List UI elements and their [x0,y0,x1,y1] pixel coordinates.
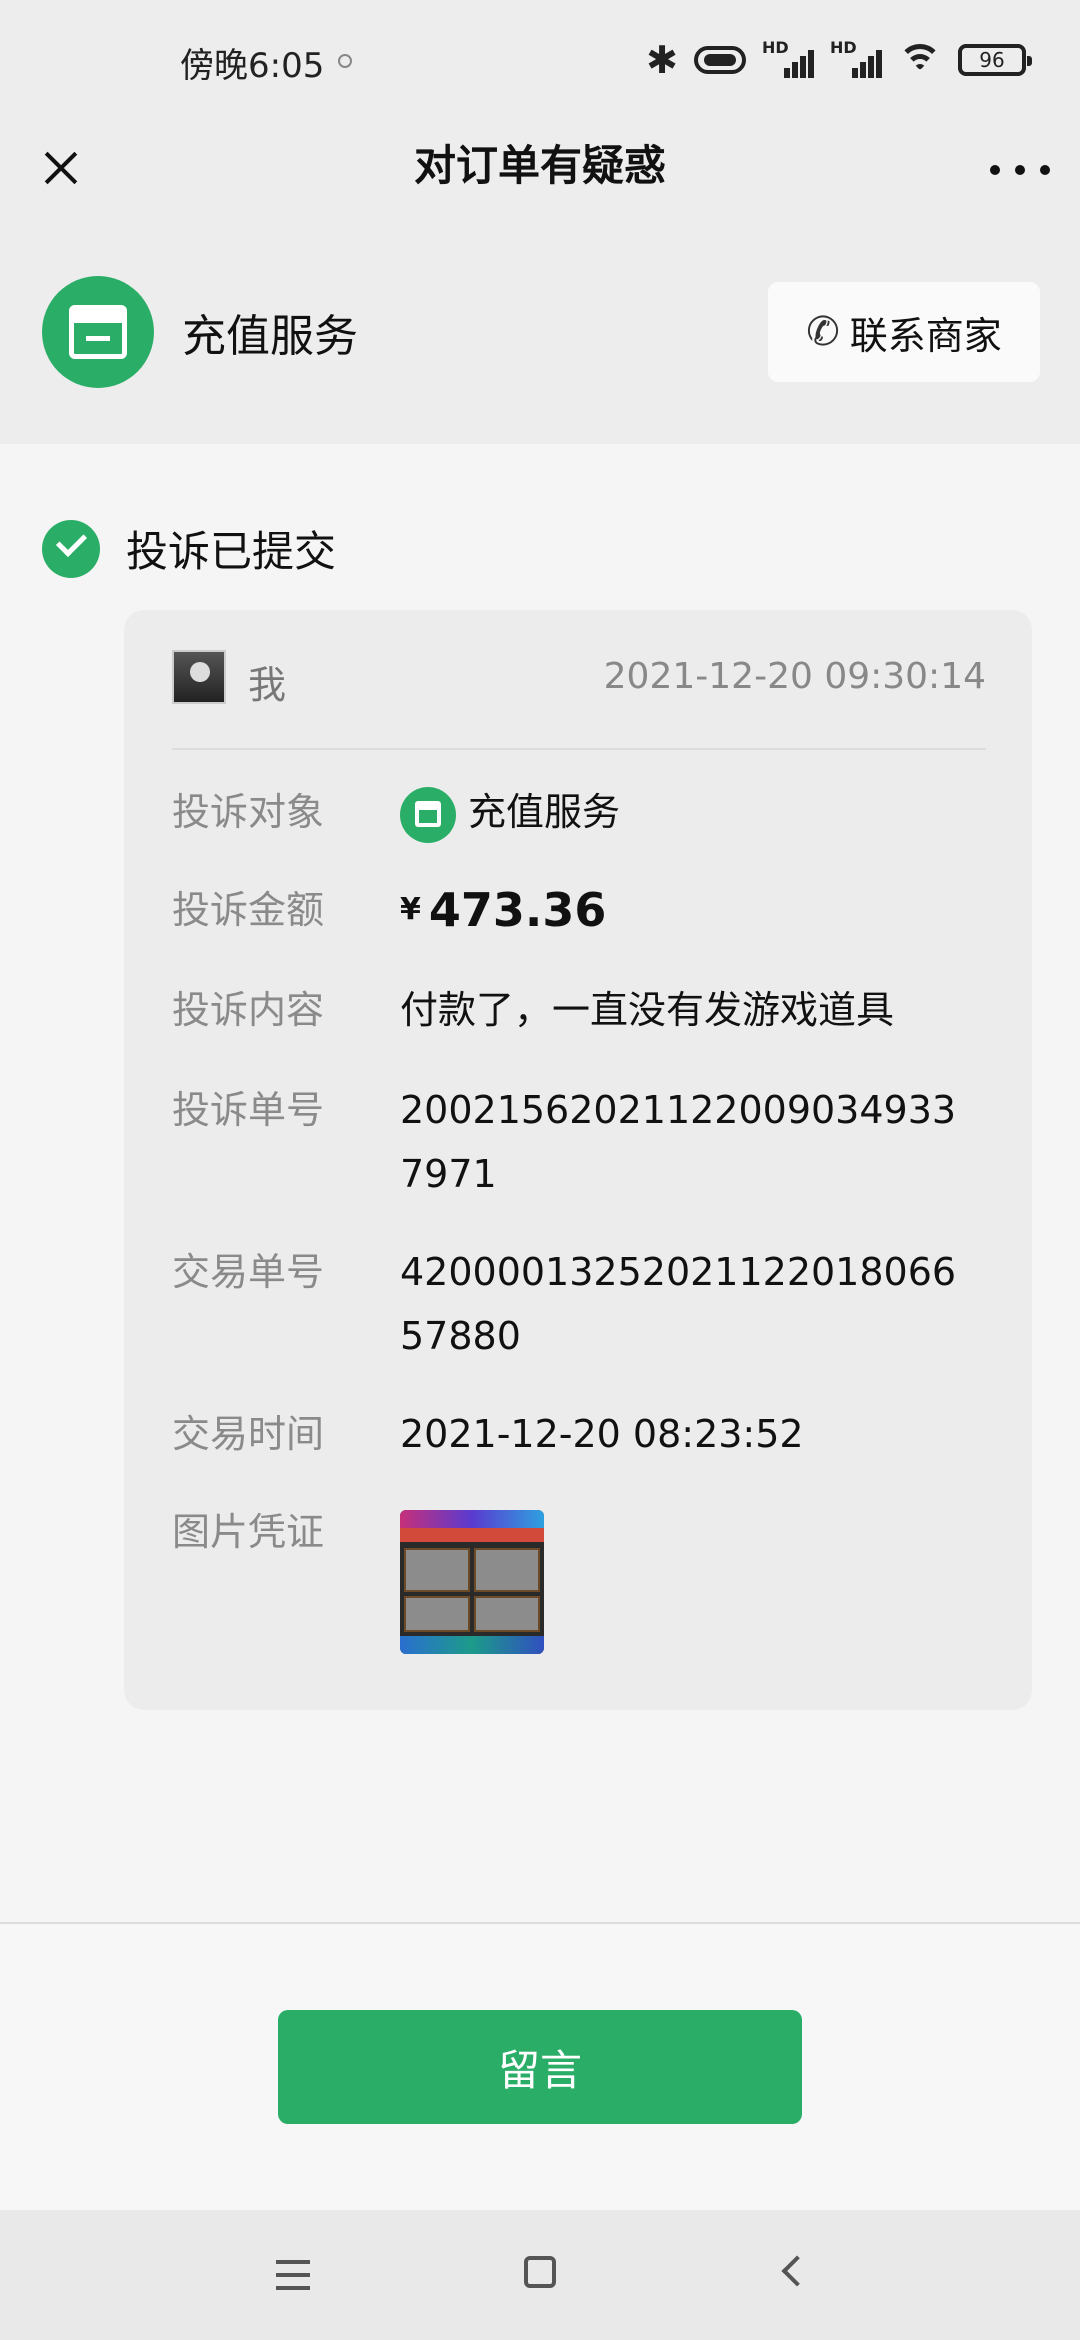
contact-merchant-button[interactable]: ✆ 联系商家 [768,282,1040,382]
vibrate-icon [694,46,746,74]
signal-hd-label: HD [830,38,857,57]
row-trade-time: 交易时间 2021-12-20 08:23:52 [172,1402,992,1466]
row-label: 交易时间 [172,1412,325,1456]
check-icon [42,519,100,578]
row-label: 交易单号 [172,1250,325,1294]
page-title: 对订单有疑惑 [413,141,666,190]
complaint-section: 投诉已提交 我 2021-12-20 09:30:14 投诉对象 充值服务 投诉… [0,444,1080,1922]
complaint-status-text: 投诉已提交 [126,527,337,576]
complaint-number: 200215620211220090349337971 [400,1088,957,1196]
notification-dot-icon [338,54,352,68]
battery-icon: 96 [958,44,1032,76]
bottom-action-area: 留言 [0,1924,1080,2210]
store-icon [69,305,127,359]
row-value: 充值服务 [400,780,980,844]
merchant-name: 充值服务 [182,311,358,362]
store-icon [400,786,456,843]
merchant-avatar [42,276,154,388]
complaint-status: 投诉已提交 [42,518,336,579]
home-icon[interactable] [524,2256,556,2288]
more-options-icon[interactable] [990,150,1050,190]
status-time: 傍晚6:05 [180,46,325,86]
avatar [172,650,226,704]
submitted-time: 2021-12-20 09:30:14 [603,656,986,697]
system-nav-bar [0,2210,1080,2340]
row-label: 投诉单号 [172,1088,325,1132]
status-icons: ✱ HD HD 96 [646,38,1032,82]
bluetooth-icon: ✱ [646,38,678,82]
author-name: 我 [248,663,287,707]
signal-hd-label: HD [762,38,789,57]
row-complaint-no: 投诉单号 200215620211220090349337971 [172,1078,992,1206]
amount-value: 473.36 [428,883,607,937]
complaint-card: 我 2021-12-20 09:30:14 投诉对象 充值服务 投诉金额 ¥47… [124,610,1032,1710]
evidence-image[interactable] [400,1510,544,1654]
target-merchant-name: 充值服务 [468,790,621,834]
signal-icon-1: HD [762,38,814,82]
phone-icon: ✆ [806,309,840,355]
menu-icon[interactable] [276,2260,310,2290]
wifi-icon [898,42,942,78]
signal-icon-2: HD [830,38,882,82]
row-value: ¥473.36 [400,878,980,945]
nav-bar: 对订单有疑惑 [0,120,1080,220]
row-label: 投诉对象 [172,790,325,834]
row-label: 图片凭证 [172,1510,325,1554]
contact-merchant-label: 联系商家 [849,313,1002,358]
row-trade-no: 交易单号 4200001325202112201806657880 [172,1240,992,1368]
row-evidence: 图片凭证 [172,1500,992,1654]
currency-symbol: ¥ [400,892,421,927]
row-label: 投诉内容 [172,988,325,1032]
leave-message-button[interactable]: 留言 [278,2010,802,2124]
merchant-header: 充值服务 ✆ 联系商家 [0,220,1080,444]
row-amount: 投诉金额 ¥473.36 [172,878,992,945]
back-icon[interactable] [781,2255,813,2287]
complaint-card-header: 我 2021-12-20 09:30:14 [172,650,986,750]
row-label: 投诉金额 [172,888,325,932]
status-bar: 傍晚6:05 ✱ HD HD 96 [0,0,1080,120]
complaint-content: 付款了，一直没有发游戏道具 [400,988,895,1032]
row-target: 投诉对象 充值服务 [172,780,992,844]
trade-time: 2021-12-20 08:23:52 [400,1412,804,1456]
trade-number: 4200001325202112201806657880 [400,1250,957,1358]
screen: 傍晚6:05 ✱ HD HD 96 对订单有疑惑 充值服务 ✆ 联系商家 投诉已… [0,0,1080,2340]
row-content: 投诉内容 付款了，一直没有发游戏道具 [172,978,992,1042]
